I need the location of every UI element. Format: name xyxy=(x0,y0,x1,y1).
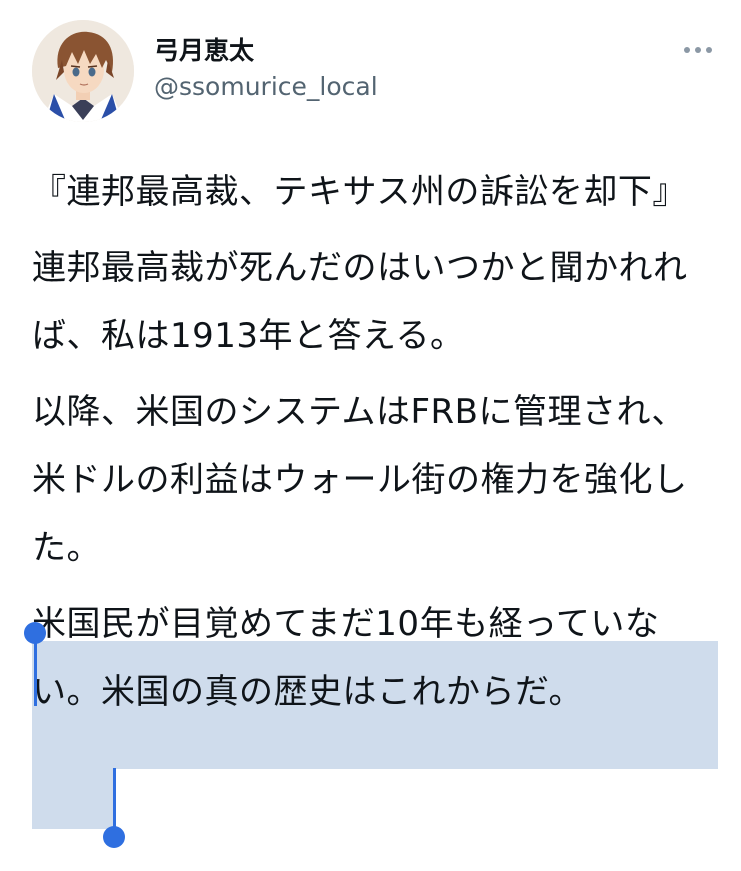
anime-character-avatar-icon xyxy=(32,20,134,122)
selection-start-knob[interactable] xyxy=(24,622,46,644)
tweet-paragraph-selected[interactable]: 米国民が目覚めてまだ10年も経っていない。米国の真の歴史はこれからだ。 xyxy=(32,590,712,726)
selection-start-handle[interactable] xyxy=(34,634,37,706)
display-name[interactable]: 弓月恵太 xyxy=(154,36,254,66)
more-horizontal-icon xyxy=(684,47,690,53)
tweet-paragraph: 連邦最高裁が死んだのはいつかと聞かれれば、私は1913年と答える。 xyxy=(32,248,688,356)
selection-end-handle[interactable] xyxy=(113,768,116,832)
avatar[interactable] xyxy=(32,20,134,122)
more-options-button[interactable] xyxy=(678,40,718,60)
tweet-text: 『連邦最高裁、テキサス州の訴訟を却下』 連邦最高裁が死んだのはいつかと聞かれれば… xyxy=(32,158,712,734)
tweet-paragraph: 以降、米国のシステムはFRBに管理され、米ドルの利益はウォール街の権力を強化した… xyxy=(32,392,688,568)
selection-end-knob[interactable] xyxy=(103,826,125,848)
tweet-paragraph: 『連邦最高裁、テキサス州の訴訟を却下』 xyxy=(32,172,687,212)
more-horizontal-icon xyxy=(695,47,701,53)
text-selection-highlight xyxy=(32,769,116,829)
user-handle[interactable]: @ssomurice_local xyxy=(154,70,378,104)
more-horizontal-icon xyxy=(706,47,712,53)
